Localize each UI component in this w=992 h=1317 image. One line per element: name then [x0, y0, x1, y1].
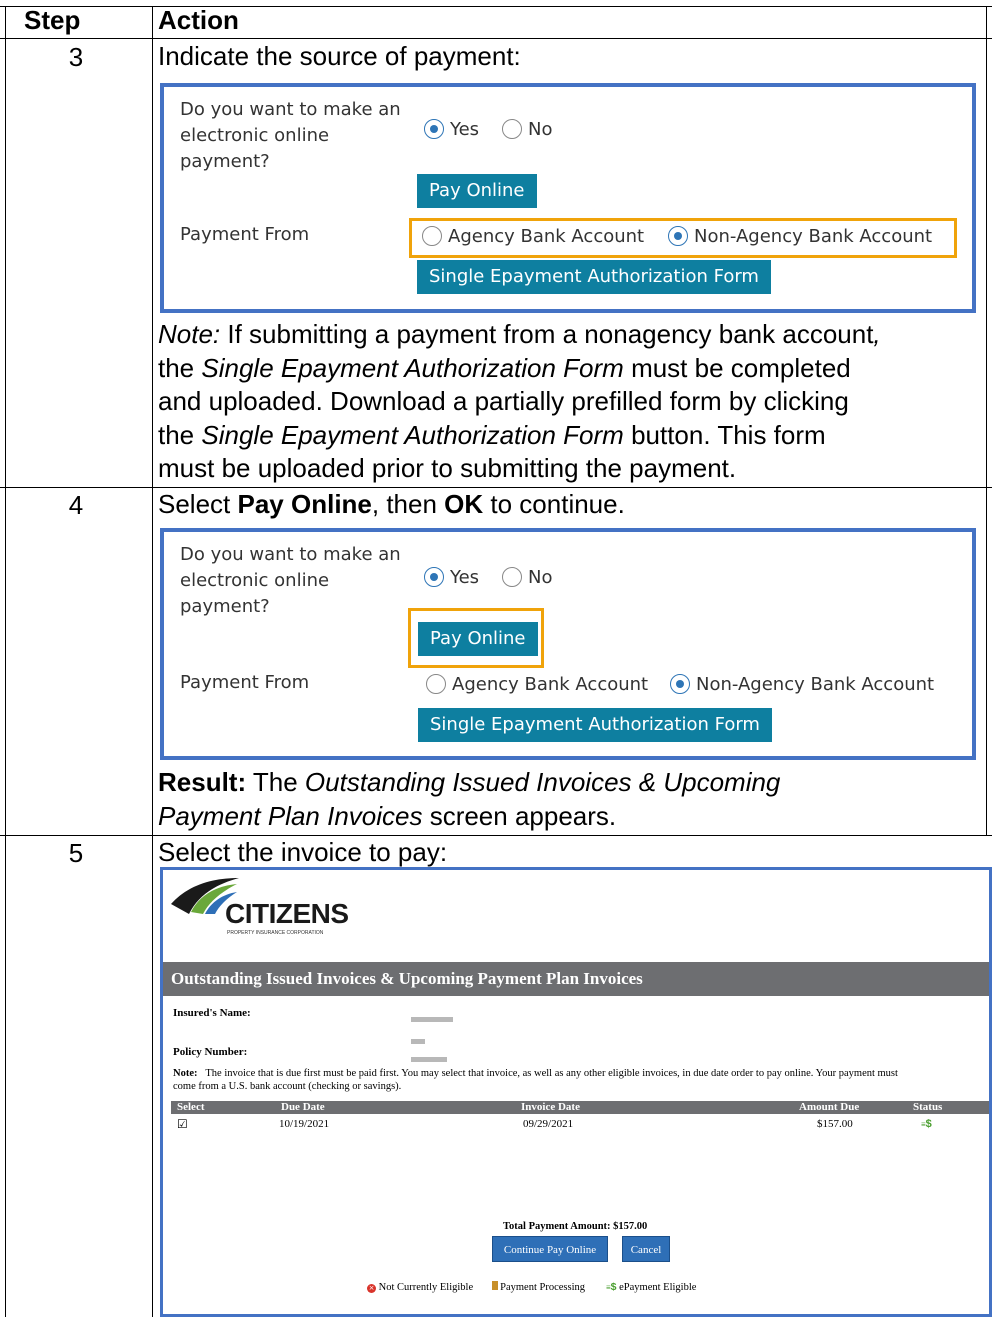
insured-name-value — [411, 1010, 453, 1046]
pay-online-button[interactable]: Pay Online — [418, 622, 538, 656]
citizens-brand-name: CITIZENS — [225, 898, 349, 929]
invoice-table-header: Select Due Date Invoice Date Amount Due … — [171, 1101, 989, 1114]
step-column-header: Step — [24, 5, 81, 35]
invoices-screen-title: Outstanding Issued Invoices & Upcoming P… — [163, 962, 989, 996]
pay-online-button[interactable]: Pay Online — [417, 174, 537, 208]
agency-bank-account-radio[interactable] — [426, 674, 446, 694]
no-radio-option[interactable]: No — [502, 119, 552, 140]
step5-instruction: Select the invoice to pay: — [158, 837, 448, 867]
non-agency-bank-account-radio[interactable] — [668, 226, 688, 246]
invoice-date-cell: 09/29/2021 — [523, 1118, 574, 1130]
step-number-4: 4 — [68, 490, 84, 520]
non-agency-bank-account-option[interactable]: Non-Agency Bank Account — [670, 674, 934, 695]
step-number-3: 3 — [68, 42, 84, 72]
step-number-5: 5 — [68, 838, 84, 868]
non-agency-bank-account-radio[interactable] — [670, 674, 690, 694]
column-divider — [152, 6, 153, 1317]
table-top-border — [0, 6, 992, 7]
non-agency-bank-account-option[interactable]: Non-Agency Bank Account — [668, 226, 932, 247]
yes-radio[interactable] — [424, 567, 444, 587]
payment-processing-icon — [491, 1281, 498, 1290]
pay-online-panel: Do you want to make an electronic online… — [160, 528, 976, 760]
cancel-button[interactable]: Cancel — [622, 1236, 670, 1262]
status-legend: × Not Currently Eligible Payment Process… — [367, 1281, 697, 1293]
electronic-payment-question: Do you want to make an electronic online… — [180, 544, 401, 617]
column-invoice-date: Invoice Date — [521, 1101, 580, 1113]
table-right-border — [986, 6, 987, 836]
citizens-logo: CITIZENS PROPERTY INSURANCE CORPORATION — [169, 874, 369, 938]
payment-source-panel: Do you want to make an electronic online… — [160, 83, 976, 313]
payment-from-label: Payment From — [180, 672, 310, 693]
due-date-cell: 10/19/2021 — [279, 1118, 330, 1130]
single-epayment-authorization-form-button[interactable]: Single Epayment Authorization Form — [418, 708, 772, 742]
total-payment-amount: Total Payment Amount: $157.00 — [503, 1221, 648, 1232]
policy-number-label: Policy Number: — [173, 1046, 248, 1058]
citizens-invoices-screen: CITIZENS PROPERTY INSURANCE CORPORATION … — [160, 867, 992, 1317]
epayment-eligible-legend-icon: ≡$ — [606, 1281, 617, 1293]
policy-number-value — [411, 1050, 447, 1068]
step4-result: Result: The Outstanding Issued Invoices … — [158, 767, 781, 831]
yes-radio-option[interactable]: Yes — [424, 567, 479, 588]
yes-radio-option[interactable]: Yes — [424, 119, 479, 140]
column-status: Status — [913, 1101, 943, 1113]
not-eligible-icon: × — [367, 1284, 376, 1293]
electronic-payment-question: Do you want to make an electronic online… — [180, 99, 401, 172]
step3-note: Note: If submitting a payment from a non… — [158, 319, 881, 483]
no-radio[interactable] — [502, 119, 522, 139]
agency-bank-account-option[interactable]: Agency Bank Account — [422, 226, 644, 247]
step4-instruction: Select Pay Online, then OK to continue. — [158, 489, 625, 519]
invoice-note: Note: The invoice that is due first must… — [173, 1068, 898, 1092]
no-radio[interactable] — [502, 567, 522, 587]
agency-bank-account-radio[interactable] — [422, 226, 442, 246]
table-left-border — [5, 6, 6, 1317]
yes-radio[interactable] — [424, 119, 444, 139]
header-bottom-border — [0, 38, 992, 39]
payment-from-label: Payment From — [180, 224, 310, 245]
step3-instruction: Indicate the source of payment: — [158, 41, 521, 71]
epayment-eligible-icon: ≡$ — [921, 1118, 932, 1130]
insured-name-label: Insured's Name: — [173, 1007, 251, 1019]
column-select: Select — [177, 1101, 205, 1113]
single-epayment-authorization-form-button[interactable]: Single Epayment Authorization Form — [417, 260, 771, 294]
continue-pay-online-button[interactable]: Continue Pay Online — [492, 1236, 608, 1262]
citizens-brand-sub: PROPERTY INSURANCE CORPORATION — [227, 930, 324, 936]
invoice-select-checkbox[interactable]: ☑ — [177, 1117, 188, 1131]
column-amount-due: Amount Due — [799, 1101, 860, 1113]
no-radio-option[interactable]: No — [502, 567, 552, 588]
table-row[interactable]: ☑ 10/19/2021 09/29/2021 $157.00 ≡$ — [171, 1117, 989, 1132]
agency-bank-account-option[interactable]: Agency Bank Account — [426, 674, 648, 695]
action-column-header: Action — [158, 5, 239, 35]
column-due-date: Due Date — [281, 1101, 325, 1113]
amount-due-cell: $157.00 — [817, 1118, 853, 1130]
